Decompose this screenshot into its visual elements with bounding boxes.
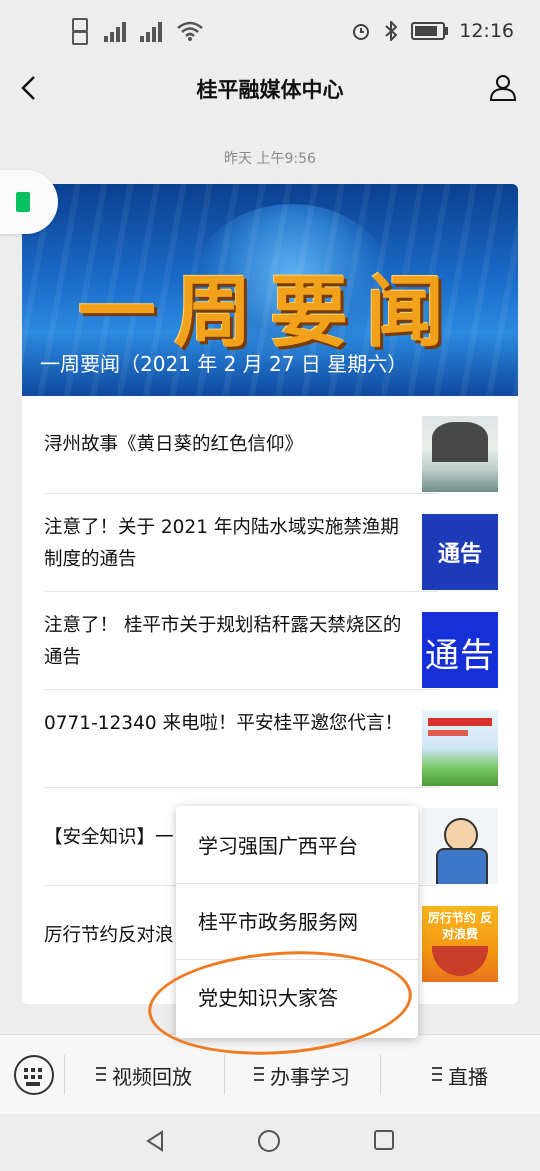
bluetooth-icon [385,21,398,41]
menu-tab-live[interactable]: 直播 [380,1035,540,1115]
article-title: 注意了！关于 2021 年内陆水域实施禁渔期制度的通告 [44,517,399,570]
banner-caption: 一周要闻（2021 年 2 月 27 日 星期六） [40,352,408,376]
dual-sim-icon [72,18,94,45]
article-thumbnail: 通告 [422,612,498,688]
submenu-item[interactable]: 桂平市政务服务网 [176,884,418,960]
list-item[interactable]: 注意了！ 桂平市关于规划秸秆露天禁烧区的通告 通告 [44,592,518,690]
clock: 12:16 [459,20,514,42]
list-item[interactable]: 浔州故事《黄日葵的红色信仰》 [44,396,518,494]
battery-icon [411,22,449,40]
list-item[interactable]: 注意了！关于 2021 年内陆水域实施禁渔期制度的通告 通告 [44,494,518,592]
banner-title: 一周要闻 [77,267,462,358]
profile-icon[interactable] [488,72,518,102]
nav-bar: 桂平融媒体中心 [0,60,540,116]
menu-lines-icon [432,1067,442,1081]
article-title: 浔州故事《黄日葵的红色信仰》 [44,434,304,455]
menu-tab-services[interactable]: 办事学习 [224,1035,380,1115]
article-thumbnail: 厉行节约 反对浪费 [422,906,498,982]
signal-icon [140,20,166,42]
article-thumbnail [422,710,498,786]
system-nav-bar [0,1114,540,1171]
message-timestamp: 昨天 上午9:56 [224,151,316,167]
page-title: 桂平融媒体中心 [196,78,344,102]
recents-square-icon[interactable] [374,1130,394,1150]
list-item[interactable]: 0771-12340 来电啦！平安桂平邀您代言！ [44,690,518,788]
article-title: 注意了！ 桂平市关于规划秸秆露天禁烧区的通告 [44,615,402,668]
menu-lines-icon [96,1067,106,1081]
article-title: 0771-12340 来电啦！平安桂平邀您代言！ [44,713,403,734]
menu-lines-icon [254,1067,264,1081]
home-circle-icon[interactable] [258,1130,280,1152]
submenu-item-highlighted[interactable]: 党史知识大家答 [176,960,418,1036]
keyboard-icon[interactable] [14,1055,54,1095]
document-icon [16,192,30,212]
alarm-icon [353,24,370,40]
menu-tab-video-replay[interactable]: 视频回放 [64,1035,224,1115]
wifi-icon [177,21,203,41]
article-thumbnail: 通告 [422,514,498,590]
status-bar: 12:16 [0,0,540,60]
article-thumbnail [422,416,498,492]
back-triangle-icon[interactable] [144,1130,166,1152]
cover-article[interactable]: 一周要闻 一周要闻（2021 年 2 月 27 日 星期六） [22,184,518,396]
submenu-popup: 学习强国广西平台 桂平市政务服务网 党史知识大家答 [176,806,418,1038]
submenu-item[interactable]: 学习强国广西平台 [176,808,418,884]
bottom-menu: 视频回放 办事学习 直播 [0,1034,540,1115]
article-thumbnail [422,808,498,884]
signal-icon [104,20,130,42]
